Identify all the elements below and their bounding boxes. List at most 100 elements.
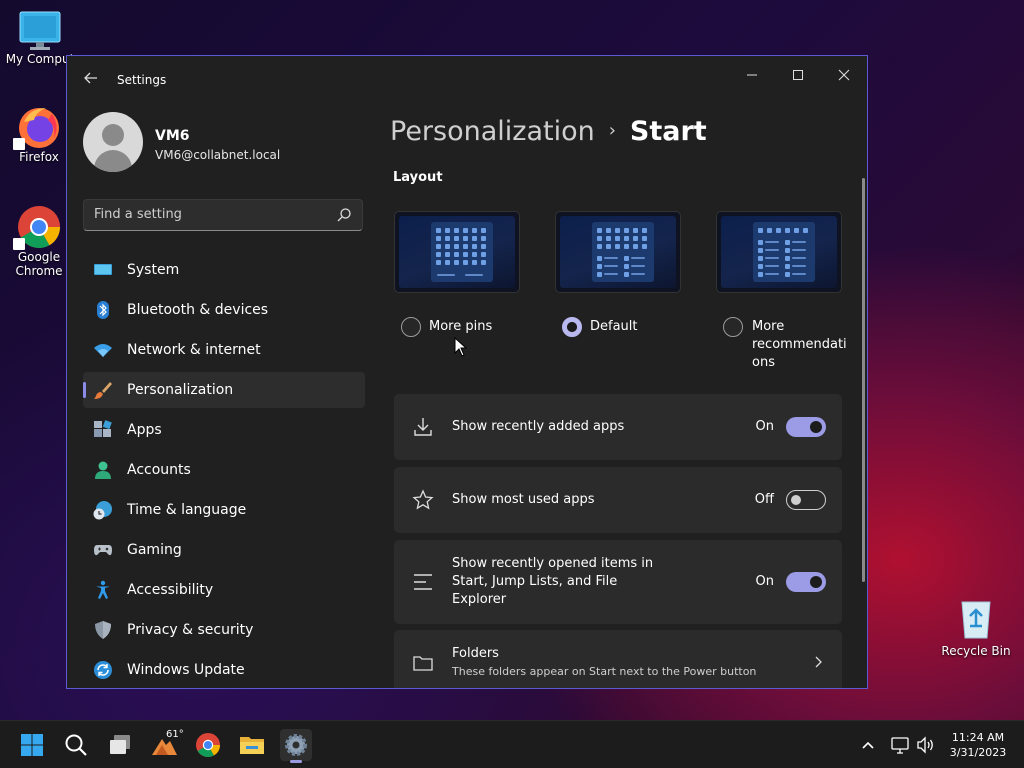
preview-line <box>604 257 618 259</box>
accessibility-icon <box>96 580 110 599</box>
sidebar-item-label: Bluetooth & devices <box>127 302 269 318</box>
radio-more-recommendations[interactable] <box>723 317 743 337</box>
preview-tile <box>785 228 790 233</box>
shield-icon <box>95 621 111 639</box>
sidebar-item-network[interactable]: Network & internet <box>83 332 365 368</box>
setting-label: Show recently added apps <box>452 419 625 434</box>
setting-description: These folders appear on Start next to th… <box>452 665 757 678</box>
taskbar-file-explorer[interactable] <box>236 729 268 761</box>
toggle-state-text: Off <box>754 492 774 507</box>
preview-tile <box>785 248 790 253</box>
radio-more-pins[interactable] <box>401 317 421 337</box>
preview-tile <box>481 244 486 249</box>
setting-label-line: Explorer <box>452 592 507 607</box>
taskbar-chrome[interactable] <box>192 729 224 761</box>
user-profile[interactable]: VM6 VM6@collabnet.local <box>83 112 373 176</box>
sidebar-item-bluetooth[interactable]: Bluetooth & devices <box>83 292 365 328</box>
preview-tile <box>633 228 638 233</box>
mouse-cursor-icon <box>454 337 468 357</box>
preview-line <box>765 273 779 275</box>
layout-preview-more-pins[interactable] <box>394 211 520 293</box>
sidebar-item-gaming[interactable]: Gaming <box>83 532 365 568</box>
sidebar-item-system[interactable]: System <box>83 252 365 288</box>
preview-tile <box>436 260 441 265</box>
show-hidden-icons-button[interactable] <box>852 729 884 761</box>
chevron-up-icon <box>862 741 874 749</box>
download-icon <box>414 418 432 436</box>
preview-tile <box>481 260 486 265</box>
setting-recently-added-apps[interactable]: Show recently added apps On <box>394 394 842 460</box>
preview-line <box>465 274 483 276</box>
preview-tile <box>463 244 468 249</box>
search-icon[interactable] <box>336 207 352 223</box>
desktop-icon-recycle-bin[interactable]: Recycle Bin <box>940 596 1012 658</box>
search-icon <box>65 734 87 756</box>
toggle-most-used-apps[interactable] <box>786 490 826 510</box>
preview-tile <box>436 228 441 233</box>
wifi-icon <box>94 344 112 357</box>
preview-line <box>792 265 806 267</box>
preview-line <box>765 249 779 251</box>
sidebar-item-label: Time & language <box>127 502 247 518</box>
radio-label-line: More <box>752 319 785 334</box>
preview-line <box>792 249 806 251</box>
preview-tile <box>481 236 486 241</box>
list-icon <box>414 574 432 590</box>
preview-line <box>437 274 455 276</box>
sidebar-item-label: Accessibility <box>127 582 214 598</box>
sidebar-item-privacy-security[interactable]: Privacy & security <box>83 612 365 648</box>
layout-preview-default[interactable] <box>555 211 681 293</box>
back-arrow-icon <box>84 72 97 84</box>
search-box[interactable] <box>83 199 363 231</box>
apps-icon <box>94 420 112 437</box>
search-input[interactable] <box>94 207 324 222</box>
chrome-icon <box>196 733 220 758</box>
preview-line <box>765 257 779 259</box>
settings-window[interactable]: Settings VM6 VM6@collabnet.local Find a … <box>66 55 868 689</box>
setting-most-used-apps[interactable]: Show most used apps Off <box>394 467 842 533</box>
scrollbar[interactable] <box>862 178 865 582</box>
sidebar-item-time-language[interactable]: Time & language <box>83 492 365 528</box>
close-button[interactable] <box>821 62 867 92</box>
preview-tile <box>642 236 647 241</box>
preview-line <box>631 265 645 267</box>
breadcrumb: Personalization › Start <box>390 116 707 147</box>
clock[interactable]: 11:24 AM 3/31/2023 <box>942 730 1014 760</box>
toggle-recently-added-apps[interactable] <box>786 417 826 437</box>
clock-date: 3/31/2023 <box>949 746 1007 759</box>
back-button[interactable] <box>81 68 101 88</box>
sidebar-item-apps[interactable]: Apps <box>83 412 365 448</box>
sidebar-nav: System Bluetooth & devices Network & int… <box>83 252 365 688</box>
sidebar-item-windows-update[interactable]: Windows Update <box>83 652 365 688</box>
sidebar-item-accounts[interactable]: Accounts <box>83 452 365 488</box>
title-bar[interactable]: Settings <box>67 56 867 96</box>
radio-label-more-pins[interactable]: More pins <box>429 318 492 336</box>
preview-tile <box>597 228 602 233</box>
taskbar-settings[interactable] <box>280 729 312 763</box>
radio-label-default[interactable]: Default <box>590 318 638 336</box>
volume-status[interactable] <box>910 729 942 761</box>
maximize-button[interactable] <box>775 62 821 92</box>
task-view-button[interactable] <box>104 729 136 761</box>
taskbar-search-button[interactable] <box>60 729 92 761</box>
setting-label-line: Show recently opened items in <box>452 556 654 571</box>
setting-label: Show recently opened items in Start, Jum… <box>452 555 653 609</box>
sidebar-item-label: Gaming <box>127 542 182 558</box>
preview-tile <box>615 244 620 249</box>
page-title: Start <box>629 116 707 147</box>
accounts-icon <box>95 461 111 479</box>
preview-tile <box>472 244 477 249</box>
radio-default[interactable] <box>562 317 582 337</box>
preview-tile <box>445 244 450 249</box>
breadcrumb-parent[interactable]: Personalization <box>390 116 595 147</box>
layout-preview-more-recommendations[interactable] <box>716 211 842 293</box>
radio-label-more-recommendations[interactable]: More recommendati ons <box>752 318 847 372</box>
sidebar-item-accessibility[interactable]: Accessibility <box>83 572 365 608</box>
minimize-button[interactable] <box>729 62 775 92</box>
setting-folders[interactable]: Folders These folders appear on Start ne… <box>394 630 842 688</box>
preview-tile <box>758 264 763 269</box>
setting-recently-opened-items[interactable]: Show recently opened items in Start, Jum… <box>394 540 842 624</box>
start-button[interactable] <box>16 729 48 761</box>
sidebar-item-personalization[interactable]: Personalization <box>83 372 365 408</box>
toggle-recently-opened-items[interactable] <box>786 572 826 592</box>
